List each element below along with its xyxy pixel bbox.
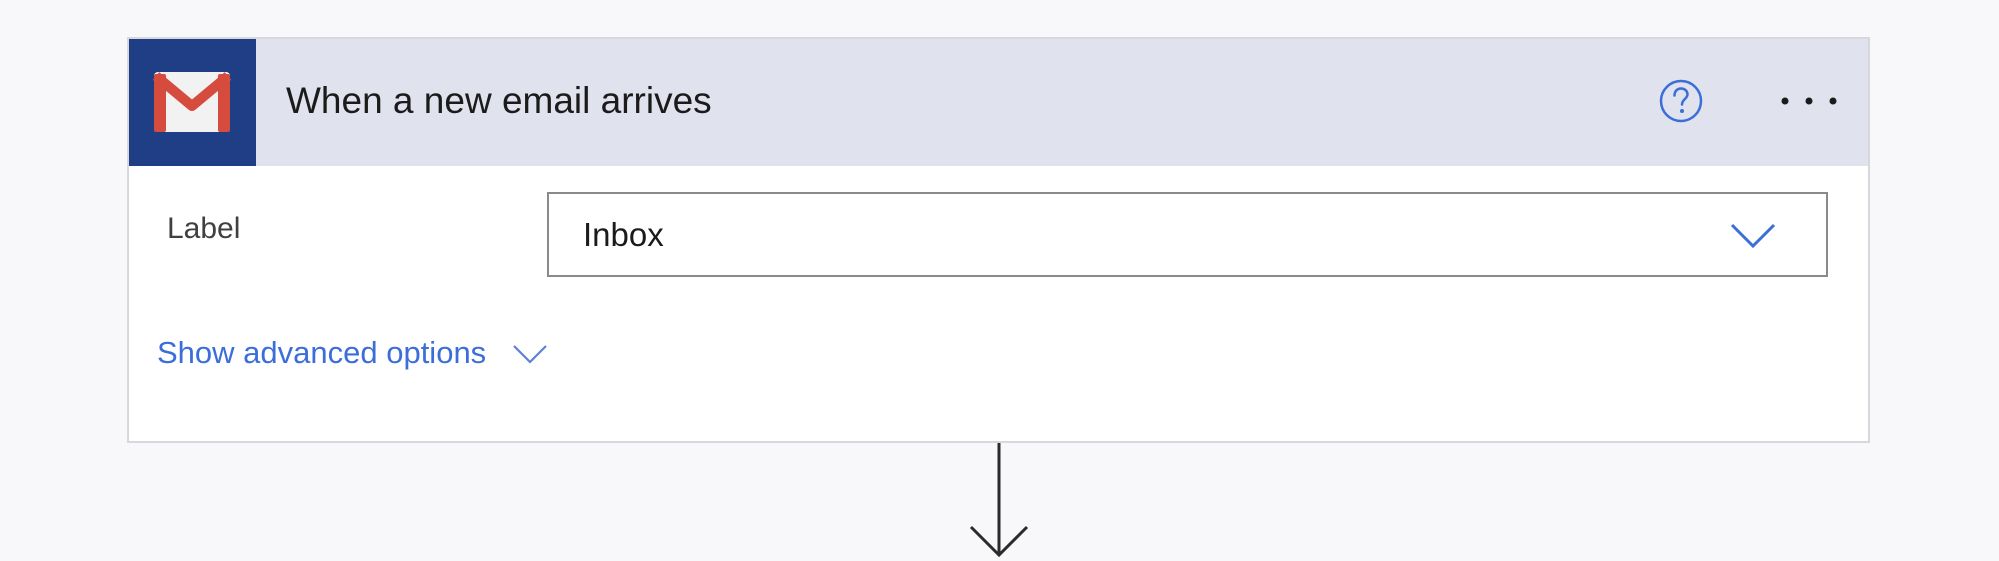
- trigger-title[interactable]: When a new email arrives: [286, 77, 712, 125]
- help-button[interactable]: [1656, 76, 1706, 126]
- dropdown-chevron-button[interactable]: [1729, 221, 1777, 256]
- label-dropdown-value: Inbox: [583, 216, 664, 253]
- gmail-icon: [152, 72, 232, 132]
- more-options-icon: [1781, 97, 1837, 105]
- more-options-button[interactable]: [1769, 85, 1849, 117]
- arrow-down-icon: [969, 443, 1029, 558]
- show-advanced-options-link[interactable]: Show advanced options: [157, 331, 548, 375]
- chevron-down-icon: [513, 345, 547, 364]
- label-field-label: Label: [167, 212, 241, 245]
- chevron-down-icon: [1730, 223, 1776, 249]
- label-dropdown[interactable]: Inbox: [547, 192, 1828, 277]
- trigger-card: When a new email arrives Label Inbox Sho: [127, 37, 1870, 443]
- trigger-card-header[interactable]: When a new email arrives: [129, 39, 1868, 166]
- help-circle-icon: [1659, 79, 1703, 123]
- connector-icon-box: [129, 39, 256, 166]
- show-advanced-options-label: Show advanced options: [157, 335, 487, 370]
